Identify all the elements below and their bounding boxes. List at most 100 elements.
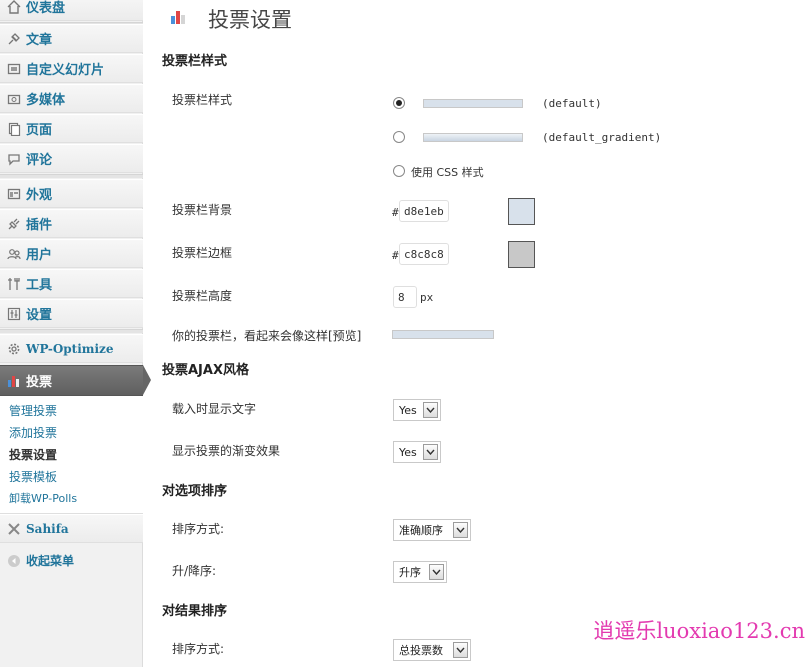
collapse-menu-label: 收起菜单 bbox=[26, 554, 75, 568]
home-icon bbox=[5, 0, 23, 16]
sidebar-item-tools[interactable]: 工具 bbox=[0, 269, 143, 298]
bar-background-label: 投票栏背景 bbox=[172, 203, 233, 217]
chevron-down-icon bbox=[453, 522, 468, 538]
menu-separator bbox=[0, 329, 143, 333]
sidebar-item-label: 工具 bbox=[26, 278, 53, 293]
sort-method-label: 排序方式: bbox=[172, 522, 225, 536]
tools-icon bbox=[5, 275, 23, 293]
fade-effect-select[interactable]: Yes bbox=[393, 441, 441, 463]
admin-sidebar: 仪表盘 文章 自定义幻灯片 多媒体 页面 评论 外观 插件 用户 工具 设置 W… bbox=[0, 0, 151, 667]
bar-style-default-radio[interactable] bbox=[393, 97, 405, 109]
sidebar-item-label: 外观 bbox=[26, 188, 53, 203]
hash-prefix: # bbox=[392, 249, 399, 262]
bar-background-input[interactable]: d8e1eb bbox=[399, 200, 449, 222]
sort-results-method-select[interactable]: 总投票数 bbox=[393, 639, 471, 661]
pin-icon bbox=[5, 30, 23, 48]
bar-style-option-name: (default) bbox=[542, 97, 602, 110]
poll-icon bbox=[171, 11, 185, 24]
sidebar-item-polls[interactable]: 投票 bbox=[0, 365, 143, 396]
bar-preview bbox=[392, 330, 494, 339]
submenu-poll-settings[interactable]: 投票设置 bbox=[9, 446, 57, 463]
submenu-uninstall[interactable]: 卸载WP-Polls bbox=[9, 490, 77, 506]
bar-style-css-radio[interactable] bbox=[393, 165, 405, 177]
gear-icon bbox=[5, 340, 23, 358]
sidebar-item-label: 投票 bbox=[26, 375, 53, 390]
main-content: 投票设置 投票栏样式 投票栏样式 (default) (default_grad… bbox=[144, 0, 811, 667]
css-style-label: 使用 CSS 样式 bbox=[411, 166, 484, 179]
sidebar-item-plugins[interactable]: 插件 bbox=[0, 209, 143, 238]
sidebar-item-label: 自定义幻灯片 bbox=[26, 63, 105, 78]
sort-order-label: 升/降序: bbox=[172, 564, 217, 578]
sidebar-item-label: Sahifa bbox=[26, 521, 69, 536]
fade-effect-label: 显示投票的渐变效果 bbox=[172, 444, 281, 458]
sidebar-item-posts[interactable]: 文章 bbox=[0, 24, 143, 53]
sidebar-item-settings[interactable]: 设置 bbox=[0, 299, 143, 328]
sidebar-item-label: 页面 bbox=[26, 123, 53, 138]
sidebar-item-appearance[interactable]: 外观 bbox=[0, 179, 143, 208]
sidebar-item-label: 仪表盘 bbox=[26, 1, 66, 16]
bar-border-swatch[interactable] bbox=[508, 241, 535, 268]
hash-prefix: # bbox=[392, 206, 399, 219]
select-value: 升序 bbox=[399, 566, 421, 579]
sidebar-item-users[interactable]: 用户 bbox=[0, 239, 143, 268]
sidebar-item-label: 评论 bbox=[26, 153, 53, 168]
bar-border-input[interactable]: c8c8c8 bbox=[399, 243, 449, 265]
sidebar-item-slides[interactable]: 自定义幻灯片 bbox=[0, 54, 143, 83]
wrench-icon bbox=[5, 520, 23, 538]
collapse-arrow-icon bbox=[5, 552, 23, 570]
loading-text-label: 载入时显示文字 bbox=[172, 402, 257, 416]
chevron-down-icon bbox=[429, 564, 444, 580]
sidebar-item-comments[interactable]: 评论 bbox=[0, 144, 143, 173]
chevron-down-icon bbox=[423, 444, 438, 460]
loading-text-select[interactable]: Yes bbox=[393, 399, 441, 421]
bar-sample-default bbox=[423, 99, 523, 108]
media-icon bbox=[5, 90, 23, 108]
section-heading-sort-answers: 对选项排序 bbox=[162, 484, 228, 499]
submenu-poll-templates[interactable]: 投票模板 bbox=[9, 468, 57, 485]
sort-results-method-label: 排序方式: bbox=[172, 642, 225, 656]
sidebar-item-label: 多媒体 bbox=[26, 93, 66, 108]
polls-submenu: 管理投票 添加投票 投票设置 投票模板 卸载WP-Polls bbox=[0, 396, 143, 514]
preview-label: 你的投票栏，看起来会像这样[预览] bbox=[172, 329, 362, 343]
menu-separator bbox=[0, 174, 143, 178]
bar-style-gradient-radio[interactable] bbox=[393, 131, 405, 143]
px-unit: px bbox=[420, 291, 434, 304]
bar-sample-gradient bbox=[423, 133, 523, 142]
chevron-down-icon bbox=[453, 642, 468, 658]
section-heading-bar-style: 投票栏样式 bbox=[162, 54, 228, 69]
sidebar-item-sahifa[interactable]: Sahifa bbox=[0, 514, 143, 543]
sidebar-item-media[interactable]: 多媒体 bbox=[0, 84, 143, 113]
bar-border-label: 投票栏边框 bbox=[172, 246, 233, 260]
sidebar-item-label: 文章 bbox=[26, 33, 53, 48]
select-value: Yes bbox=[399, 445, 417, 459]
collapse-menu[interactable]: 收起菜单 bbox=[0, 546, 143, 575]
page-title: 投票设置 bbox=[208, 8, 292, 32]
pages-icon bbox=[5, 120, 23, 138]
watermark-text: 逍遥乐luoxiao123.cn bbox=[593, 619, 805, 643]
section-heading-ajax: 投票AJAX风格 bbox=[162, 363, 249, 378]
chevron-down-icon bbox=[423, 402, 438, 418]
select-value: 总投票数 bbox=[399, 644, 443, 657]
bar-style-option-name: (default_gradient) bbox=[542, 131, 662, 144]
comment-icon bbox=[5, 150, 23, 168]
bar-style-label: 投票栏样式 bbox=[172, 93, 233, 107]
submenu-manage-polls[interactable]: 管理投票 bbox=[9, 402, 57, 419]
sidebar-item-pages[interactable]: 页面 bbox=[0, 114, 143, 143]
sidebar-item-label: 用户 bbox=[26, 248, 53, 263]
sidebar-item-label: 插件 bbox=[26, 218, 53, 233]
sidebar-item-wp-optimize[interactable]: WP-Optimize bbox=[0, 334, 143, 363]
sidebar-item-dashboard[interactable]: 仪表盘 bbox=[0, 0, 143, 21]
select-value: Yes bbox=[399, 403, 417, 417]
sidebar-item-label: WP-Optimize bbox=[26, 341, 114, 356]
sort-answers-method-select[interactable]: 准确顺序 bbox=[393, 519, 471, 541]
select-value: 准确顺序 bbox=[399, 524, 443, 537]
sort-answers-order-select[interactable]: 升序 bbox=[393, 561, 447, 583]
sidebar-item-label: 设置 bbox=[26, 308, 53, 323]
section-heading-sort-results: 对结果排序 bbox=[162, 604, 228, 619]
bar-background-swatch[interactable] bbox=[508, 198, 535, 225]
bar-height-label: 投票栏高度 bbox=[172, 289, 233, 303]
plugin-icon bbox=[5, 215, 23, 233]
settings-icon bbox=[5, 305, 23, 323]
bar-height-input[interactable]: 8 bbox=[393, 286, 417, 308]
submenu-add-poll[interactable]: 添加投票 bbox=[9, 424, 57, 441]
